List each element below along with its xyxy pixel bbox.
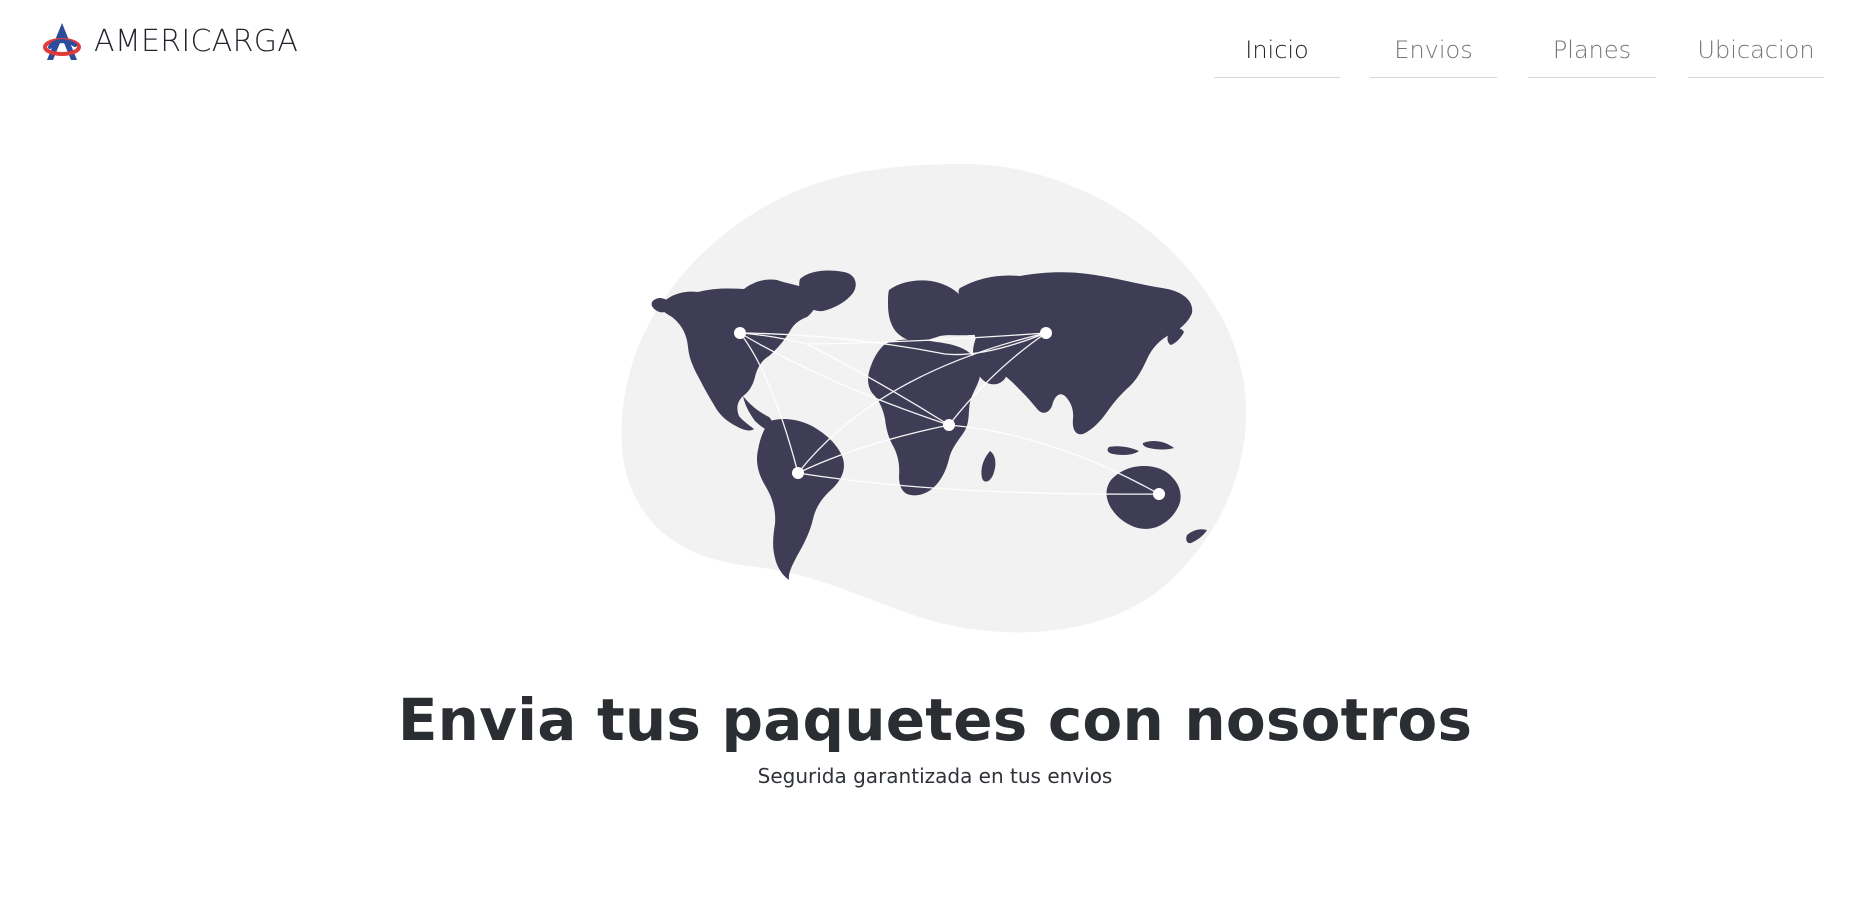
- nav-item-planes[interactable]: Planes: [1528, 22, 1656, 78]
- hub-asia: [1040, 327, 1052, 339]
- nav-item-ubicacion[interactable]: Ubicacion: [1688, 22, 1824, 78]
- hero-subtitle: Segurida garantizada en tus envios: [757, 764, 1113, 788]
- hub-north-america: [734, 327, 746, 339]
- nav-item-inicio[interactable]: Inicio: [1214, 22, 1340, 78]
- top-navigation-bar: AMERICARGA Inicio Envios Planes Ubicacio…: [0, 0, 1870, 95]
- main-navigation: Inicio Envios Planes Ubicacion: [0, 22, 1870, 82]
- hub-south-america: [792, 467, 804, 479]
- nav-item-envios[interactable]: Envios: [1370, 22, 1497, 78]
- hero-title: Envia tus paquetes con nosotros: [397, 685, 1473, 754]
- world-shipping-network-icon: [621, 163, 1247, 633]
- hub-australia: [1153, 488, 1165, 500]
- hub-africa: [943, 419, 955, 431]
